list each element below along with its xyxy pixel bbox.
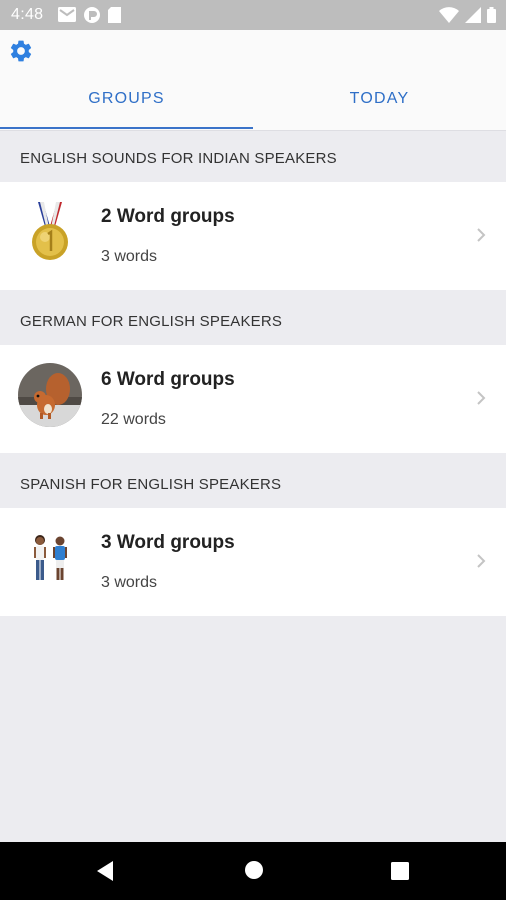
gmail-icon xyxy=(58,7,76,22)
section-title-spanish: SPANISH FOR ENGLISH SPEAKERS xyxy=(20,476,282,493)
tab-groups[interactable]: GROUPS xyxy=(0,90,253,128)
status-time: 4:48 xyxy=(11,6,44,23)
tab-today[interactable]: TODAY xyxy=(253,90,506,128)
section-title-english-sounds: ENGLISH SOUNDS FOR INDIAN SPEAKERS xyxy=(20,150,337,167)
notification-icons xyxy=(58,7,121,23)
card-subtitle: 3 words xyxy=(101,574,158,591)
system-nav-bar xyxy=(0,842,506,900)
app-notification-icon xyxy=(84,7,100,23)
chevron-right-icon xyxy=(477,228,486,242)
list-item-german[interactable]: 6 Word groups 22 words xyxy=(0,345,506,453)
chevron-right-icon xyxy=(477,391,486,405)
gold-medal-icon xyxy=(32,202,68,260)
system-icons xyxy=(439,7,496,23)
card-title: 3 Word groups xyxy=(101,532,235,553)
home-icon[interactable] xyxy=(244,860,264,880)
wifi-icon xyxy=(439,7,459,23)
sd-card-icon xyxy=(108,7,121,23)
status-bar: 4:48 xyxy=(0,0,506,30)
signal-icon xyxy=(465,7,481,23)
list-item-english-sounds[interactable]: 2 Word groups 3 words xyxy=(0,182,506,290)
chevron-right-icon xyxy=(477,554,486,568)
app-header: GROUPS TODAY xyxy=(0,30,506,131)
squirrel-photo-icon xyxy=(18,363,82,427)
card-title: 2 Word groups xyxy=(101,206,235,227)
list-item-spanish[interactable]: 3 Word groups 3 words xyxy=(0,508,506,616)
section-title-german: GERMAN FOR ENGLISH SPEAKERS xyxy=(20,313,283,330)
battery-icon xyxy=(487,7,496,23)
card-subtitle: 22 words xyxy=(101,411,166,428)
back-icon[interactable] xyxy=(95,860,115,882)
card-title: 6 Word groups xyxy=(101,369,235,390)
gear-icon[interactable] xyxy=(8,38,34,64)
card-subtitle: 3 words xyxy=(101,248,158,265)
two-children-icon xyxy=(34,535,67,580)
active-tab-indicator xyxy=(0,127,253,129)
recents-icon[interactable] xyxy=(391,862,409,880)
